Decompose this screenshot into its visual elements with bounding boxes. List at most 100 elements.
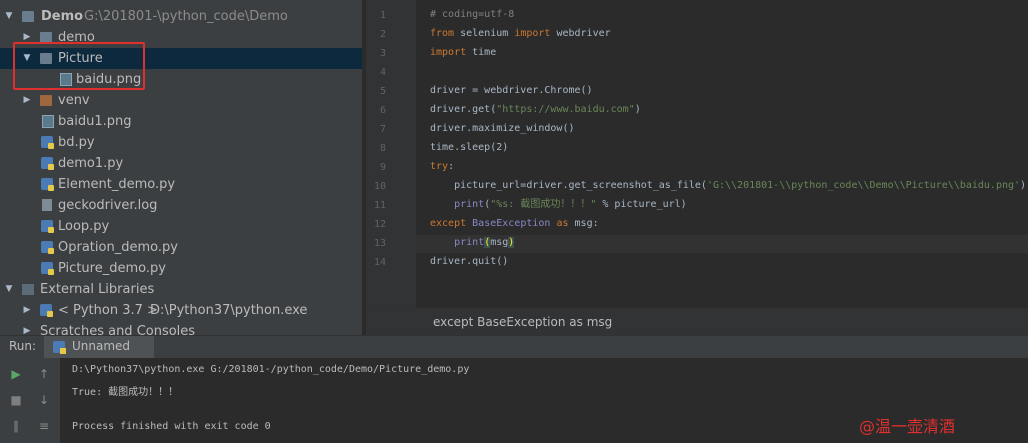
chevron-right-icon[interactable]: ▶ [22,90,32,111]
run-tab-unnamed[interactable]: Unnamed [44,336,154,358]
code-token: print [454,237,485,248]
tree-item-geckodriver-log[interactable]: geckodriver.log [0,195,362,216]
code-line[interactable]: driver.maximize_window() [430,122,575,136]
code-line[interactable]: picture_url=driver.get_screenshot_as_fil… [430,179,1026,193]
code-line[interactable]: # coding=utf-8 [430,8,514,22]
code-line[interactable]: driver.get("https://www.baidu.com") [430,103,641,117]
stop-icon[interactable]: ■ [8,392,24,408]
code-token: ) [508,237,515,248]
line-number[interactable]: 11 [366,200,386,211]
tree-item-external-libraries[interactable]: ▼ External Libraries [0,279,362,300]
code-token: import [430,47,467,58]
chevron-right-icon[interactable]: ▶ [22,321,32,335]
code-token: BaseException [472,218,551,229]
folder-icon [40,95,52,106]
tree-root-demo[interactable]: ▼ Demo G:\201801-\python_code\Demo [0,6,362,27]
sdk-path: D:\Python37\python.exe [150,303,308,318]
code-line[interactable]: try: [430,160,454,174]
code-token: as [556,218,569,229]
code-token: % picture_url) [596,199,687,210]
watermark: @温一壶清酒 [858,417,955,436]
tree-item-python-sdk[interactable]: ▶ < Python 3.7 > D:\Python37\python.exe [0,300,362,321]
python-file-icon [41,262,54,275]
code-line[interactable]: except BaseException as msg: [430,217,599,231]
root-label: Demo [41,9,84,24]
line-number[interactable]: 8 [366,143,386,154]
code-token: : [448,161,455,172]
tree-item-demo1-py[interactable]: demo1.py [0,153,362,174]
code-token: from [430,28,455,39]
tree-item-loop-py[interactable]: Loop.py [0,216,362,237]
code-token: 'G:\\201801-\\python_code\\Demo\\Picture… [706,180,1021,191]
chevron-right-icon[interactable]: ▶ [22,300,32,321]
line-number[interactable]: 12 [366,219,386,230]
code-line[interactable]: driver = webdriver.Chrome() [430,84,593,98]
line-number[interactable]: 4 [366,67,386,78]
pause-icon[interactable]: ∥ [8,418,24,434]
console-line: True: 截图成功！！！ [72,387,179,398]
line-number[interactable]: 1 [366,10,386,21]
tree-item-label: Loop.py [58,219,110,234]
python-file-icon [41,178,54,191]
code-line[interactable]: time.sleep(2) [430,141,508,155]
code-line[interactable]: from selenium import webdriver [430,27,611,41]
ide-window: ▼ Demo G:\201801-\python_code\Demo ▶ dem… [0,0,1028,443]
run-toolbar: ▶ ↑ ■ ↓ ∥ ≡ [0,358,60,443]
tree-item-picture-demo-py[interactable]: Picture_demo.py [0,258,362,279]
line-number[interactable]: 10 [366,181,386,192]
line-number[interactable]: 5 [366,86,386,97]
line-number-gutter: 1 2 3 4 5 6 7 8 9 10 11 12 13 14 [366,0,426,308]
tree-item-label: Element_demo.py [58,177,176,192]
breadcrumb-item[interactable]: except BaseException as msg [433,315,612,329]
tree-item-label: baidu1.png [58,114,132,129]
chevron-down-icon[interactable]: ▼ [4,279,14,300]
rerun-icon[interactable]: ▶ [8,366,24,382]
line-number[interactable]: 6 [366,105,386,116]
console-line: Process finished with exit code 0 [72,421,271,432]
line-number[interactable]: 3 [366,48,386,59]
line-number[interactable]: 2 [366,29,386,40]
run-tool-header: Run: Unnamed [0,335,1028,359]
code-token: ) [634,104,641,115]
root-path: G:\201801-\python_code\Demo [84,9,288,24]
soft-wrap-icon[interactable]: ≡ [36,418,52,434]
tree-item-venv[interactable]: ▶ venv [0,90,362,111]
tree-item-bd-py[interactable]: bd.py [0,132,362,153]
tree-item-label: geckodriver.log [58,198,158,213]
code-token: ) [1020,180,1027,191]
run-tab-label: Unnamed [72,339,131,353]
line-number[interactable]: 9 [366,162,386,173]
code-token: import [514,28,551,39]
code-token: webdriver [550,28,611,39]
tree-item-opration-demo-py[interactable]: Opration_demo.py [0,237,362,258]
code-token: time [466,47,497,58]
tree-item-label: venv [58,93,90,108]
code-editor[interactable]: # coding=utf-8 from selenium import webdr… [416,0,1028,308]
code-token: # coding=utf-8 [430,9,515,20]
arrow-up-icon[interactable]: ↑ [36,366,52,382]
red-highlight-box [13,42,145,90]
code-line[interactable]: print(msg) [430,236,515,250]
tree-item-scratches[interactable]: ▶ Scratches and Consoles [0,321,362,335]
line-number[interactable]: 13 [366,238,386,249]
python-file-icon [41,241,54,254]
breadcrumb[interactable]: except BaseException as msg [366,308,1028,336]
python-file-icon [41,157,54,170]
tree-item-element-demo-py[interactable]: Element_demo.py [0,174,362,195]
project-tree: ▼ Demo G:\201801-\python_code\Demo ▶ dem… [0,0,362,335]
panel-divider[interactable] [362,0,363,335]
code-token: "https://www.baidu.com" [496,104,635,115]
code-line[interactable]: driver.quit() [430,255,508,269]
code-token: msg: [568,218,599,229]
tree-item-baidu1-png[interactable]: baidu1.png [0,111,362,132]
arrow-down-icon[interactable]: ↓ [36,392,52,408]
code-line[interactable]: print("%s: 截图成功！！！" % picture_url) [430,198,687,212]
chevron-down-icon[interactable]: ▼ [4,6,14,27]
code-line[interactable]: import time [430,46,496,60]
tree-item-label: Picture_demo.py [58,261,166,276]
python-run-icon [53,341,66,354]
line-number[interactable]: 14 [366,257,386,268]
code-token: except [430,218,467,229]
line-number[interactable]: 7 [366,124,386,135]
code-token: try [430,161,449,172]
